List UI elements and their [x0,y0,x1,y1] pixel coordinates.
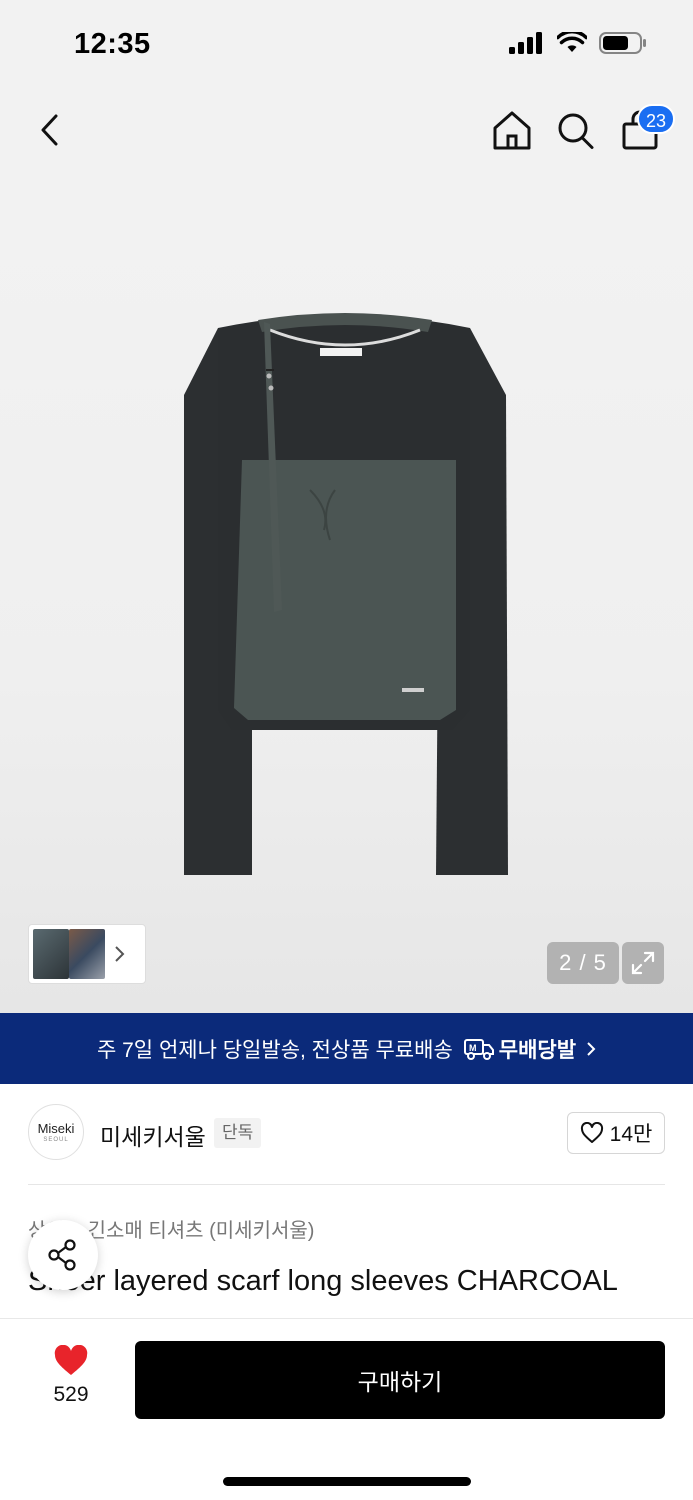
gallery-page-indicator: 2 / 5 [547,942,619,984]
brand-name[interactable]: 미세키서울 [100,1118,206,1152]
wifi-icon [557,32,587,52]
thumbnail-image[interactable] [69,929,105,979]
home-indicator [223,1477,471,1486]
search-icon [558,113,594,149]
expand-icon [631,951,655,975]
nav-bar [0,90,693,180]
back-button[interactable] [30,108,70,152]
delivery-truck-icon: M [463,1038,494,1060]
divider [28,1184,665,1185]
product-image-gallery[interactable]: 2 / 5 [0,180,693,1013]
search-button[interactable] [554,108,598,154]
status-time: 12:35 [74,28,151,60]
svg-text:M: M [469,1043,477,1053]
battery-icon [599,32,646,54]
product-image [184,313,508,875]
promo-text: 주 7일 언제나 당일발송, 전상품 무료배송 [96,1038,453,1062]
thumbnail-image[interactable] [33,929,69,979]
brand-logo-subtext: SEOUL [43,1137,69,1143]
wishlist-button[interactable]: 529 [40,1345,102,1407]
status-icons [509,32,647,54]
promo-logo-text: 무배당발 [498,1038,577,1062]
buy-button[interactable]: 구매하기 [135,1341,665,1419]
heart-filled-icon [54,1345,88,1375]
bottom-action-bar: 529 구매하기 [0,1318,693,1500]
status-bar: 12:35 [0,0,693,90]
brand-like-button[interactable]: 14만 [567,1112,665,1154]
home-icon [493,111,531,150]
promo-banner[interactable]: 주 7일 언제나 당일발송, 전상품 무료배송 M 무배당발 [0,1013,693,1084]
home-button[interactable] [490,108,534,154]
cellular-signal-icon [509,32,542,54]
chevron-right-icon [587,1041,596,1056]
promo-logo: M 무배당발 [463,1034,576,1064]
expand-image-button[interactable] [622,942,664,984]
wishlist-count: 529 [53,1383,89,1406]
heart-outline-icon [580,1122,603,1143]
chevron-left-icon [41,114,58,146]
brand-logo[interactable]: Miseki SEOUL [28,1104,84,1160]
thumbnail-strip[interactable] [28,924,146,984]
cart-count-badge: 23 [637,104,675,134]
chevron-right-icon [115,946,125,962]
brand-like-count: 14만 [609,1123,653,1146]
product-title: Sheer layered scarf long sleeves CHARCOA… [28,1265,618,1297]
brand-row: Miseki SEOUL 미세키서울 단독 14만 [28,1104,665,1162]
brand-logo-text: Miseki [37,1121,75,1136]
exclusive-badge: 단독 [214,1118,262,1148]
share-icon [48,1239,76,1271]
share-button[interactable] [28,1220,98,1290]
